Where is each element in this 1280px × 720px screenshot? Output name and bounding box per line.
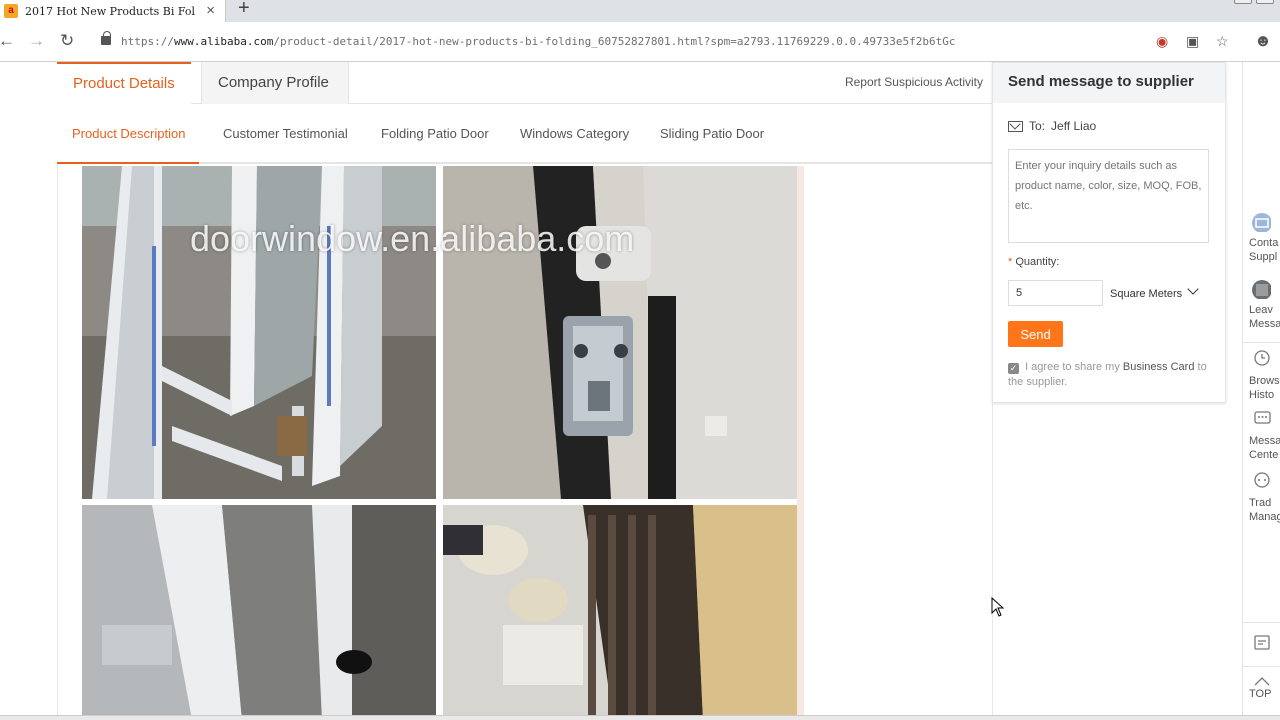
mail-icon <box>1008 120 1023 132</box>
right-sidebar: Conta Suppl Leav Messa Brows Histo Messa… <box>1242 62 1280 720</box>
product-photo-hinge-closeup[interactable] <box>443 166 797 499</box>
supplier-avatar-icon <box>1252 280 1271 299</box>
subnav-windows-category[interactable]: Windows Category <box>520 126 629 141</box>
to-label: To: <box>1029 119 1046 133</box>
quantity-label: * Quantity: <box>1008 256 1060 268</box>
subnav-folding-patio-door[interactable]: Folding Patio Door <box>381 126 489 141</box>
quantity-input[interactable] <box>1008 280 1103 306</box>
gallery-watermark: doorwindow.en.alibaba.com <box>190 218 635 259</box>
send-button[interactable]: Send <box>1008 321 1063 347</box>
report-suspicious-activity-link[interactable]: Report Suspicious Activity <box>845 75 983 89</box>
page-tabs: Product Details Company Profile Report S… <box>57 62 992 104</box>
browser-tab-bar: a 2017 Hot New Products Bi Folding × + <box>0 0 1280 22</box>
mouse-cursor-icon <box>991 597 1005 617</box>
sidebar-divider <box>1243 622 1280 623</box>
tab-company-profile[interactable]: Company Profile <box>201 62 349 104</box>
product-photo-frame-profile[interactable] <box>82 505 436 720</box>
agree-business-card: ✓ I agree to share my Business Card to t… <box>1008 361 1207 388</box>
minimize-button[interactable] <box>1234 0 1252 4</box>
shield-icon[interactable]: ◉ <box>1156 33 1168 50</box>
bookmark-star-icon[interactable]: ☆ <box>1216 33 1229 50</box>
business-card-link[interactable]: Business Card <box>1123 361 1195 373</box>
translate-icon[interactable]: ▣ <box>1186 33 1199 50</box>
address-bar: ← → ↻ https://www.alibaba.com/product-de… <box>0 22 1280 62</box>
alibaba-favicon-icon: a <box>4 4 18 18</box>
product-photo-packaging[interactable] <box>443 505 797 720</box>
reload-icon[interactable]: ↻ <box>60 31 74 51</box>
tab-title: 2017 Hot New Products Bi Folding <box>25 4 195 18</box>
window-controls <box>1234 0 1274 4</box>
back-icon[interactable]: ← <box>0 31 15 51</box>
content-left-border <box>57 164 58 720</box>
subnav-product-description[interactable]: Product Description <box>72 126 185 141</box>
inquiry-textarea[interactable] <box>1008 149 1209 243</box>
recipient-row: To: Jeff Liao <box>1008 119 1096 133</box>
photo-background-strip <box>797 166 804 720</box>
send-message-panel: Send message to supplier To: Jeff Liao *… <box>992 62 1226 403</box>
url-field[interactable]: https://www.alibaba.com/product-detail/2… <box>121 35 955 48</box>
message-icon <box>1254 411 1271 424</box>
trade-manager-icon <box>1254 472 1270 488</box>
sidebar-divider <box>1243 666 1280 667</box>
browser-tab[interactable]: a 2017 Hot New Products Bi Folding × <box>0 0 226 22</box>
unit-select[interactable]: Square Meters <box>1110 288 1182 300</box>
clock-icon <box>1254 350 1270 366</box>
agree-checkbox[interactable]: ✓ <box>1008 363 1019 374</box>
close-tab-icon[interactable]: × <box>206 2 215 19</box>
subnav-customer-testimonial[interactable]: Customer Testimonial <box>223 126 348 141</box>
product-photo-folding-door-frame[interactable] <box>82 166 436 499</box>
subnav-sliding-patio-door[interactable]: Sliding Patio Door <box>660 126 764 141</box>
active-underline <box>57 162 199 164</box>
chevron-down-icon[interactable] <box>1187 283 1199 295</box>
taskbar-edge <box>0 715 1280 720</box>
supplier-name: Jeff Liao <box>1051 119 1097 133</box>
feedback-icon <box>1254 635 1270 650</box>
panel-title: Send message to supplier <box>1008 73 1194 90</box>
tab-product-details[interactable]: Product Details <box>57 62 191 104</box>
new-tab-button[interactable]: + <box>238 0 250 20</box>
product-subnav: Product Description Customer Testimonial… <box>57 104 992 164</box>
contact-icon <box>1252 213 1271 232</box>
maximize-button[interactable] <box>1256 0 1274 4</box>
forward-icon[interactable]: → <box>28 31 45 51</box>
profile-icon[interactable]: ☻ <box>1254 31 1272 51</box>
sidebar-divider <box>1243 342 1280 343</box>
lock-icon[interactable] <box>101 31 111 45</box>
